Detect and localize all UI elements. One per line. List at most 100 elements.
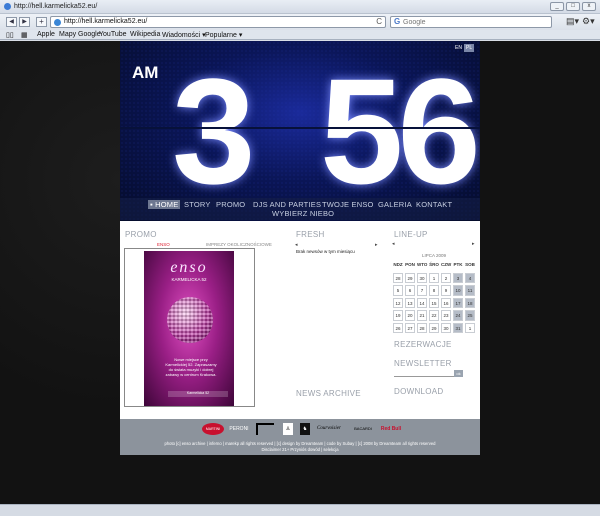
sponsor-courvoisier[interactable]: Courvoisier (313, 423, 345, 435)
reload-icon[interactable]: C (376, 17, 382, 26)
calendar-weekday: PTK (453, 262, 463, 267)
calendar-day[interactable]: 9 (441, 285, 451, 296)
browser-toolbar: ◀ ▶ + http://hell.karmelicka52.eu/ C G ▤… (0, 14, 600, 30)
nav-twoje-enso[interactable]: TWOJE ENSO (322, 200, 374, 209)
sponsor-peroni[interactable]: PERONI (227, 423, 251, 435)
nav-promo[interactable]: PROMO (216, 200, 245, 209)
calendar-day[interactable]: 29 (429, 322, 439, 333)
footer-credits: photo [c] enso archive | inferno | marek… (164, 441, 436, 446)
tab-imprezy-okolicznosciowe[interactable]: IMPREZY OKOLICZNOŚCIOWE (206, 242, 272, 247)
fresh-prev-arrow[interactable]: ◂ (295, 242, 298, 248)
nav-story[interactable]: STORY (184, 200, 211, 209)
close-button[interactable]: x (582, 2, 596, 11)
calendar-weekday: WTO (417, 262, 428, 267)
news-archive-link[interactable]: NEWS ARCHIVE (296, 389, 361, 398)
calendar-next-arrow[interactable]: ▸ (472, 241, 475, 247)
lineup-heading: LINE-UP (394, 230, 428, 239)
calendar-day[interactable]: 31 (453, 322, 463, 333)
bookmark-wiadomosci[interactable]: Wiadomości ▾ (162, 31, 206, 39)
nav-home[interactable]: ▪ HOME (148, 200, 181, 209)
bookmark-mapy-google[interactable]: Mapy Google (59, 31, 101, 38)
calendar-day[interactable]: 17 (453, 297, 463, 308)
calendar-day[interactable]: 4 (465, 272, 475, 283)
calendar-day[interactable]: 8 (429, 285, 439, 296)
calendar-day[interactable]: 20 (405, 310, 415, 321)
newsletter-submit-button[interactable]: ok (454, 370, 463, 377)
calendar-prev-arrow[interactable]: ◂ (392, 241, 395, 247)
sponsor-martini[interactable]: MARTINI (202, 423, 224, 435)
footer-disclaimer[interactable]: Disclaimer 21+ Przyniós dowód | selekcja (120, 447, 480, 452)
footer: MARTINI PERONI ♙ ♞ Courvoisier BACARDI R… (120, 419, 480, 455)
download-link[interactable]: DOWNLOAD (394, 387, 444, 396)
calendar-day[interactable]: 25 (465, 310, 475, 321)
page-menu-icon[interactable]: ▤▾ (566, 16, 579, 27)
calendar-day[interactable]: 22 (429, 310, 439, 321)
calendar-weekday: ŚRO (429, 262, 439, 267)
calendar-day[interactable]: 30 (417, 272, 427, 283)
calendar-day[interactable]: 2 (441, 272, 451, 283)
back-button[interactable]: ◀ (6, 17, 17, 27)
calendar-day[interactable]: 28 (393, 272, 403, 283)
forward-button[interactable]: ▶ (19, 17, 30, 27)
bookmark-youtube[interactable]: YouTube (99, 31, 127, 38)
sponsor-bacardi[interactable]: BACARDI (352, 423, 374, 435)
calendar-day[interactable]: 13 (405, 297, 415, 308)
calendar-day[interactable]: 29 (405, 272, 415, 283)
calendar-day[interactable]: 7 (417, 285, 427, 296)
search-box[interactable]: G (390, 16, 552, 28)
enso-poster[interactable]: enso KARMELICKA 52 Nowe miejsce przy Kar… (144, 251, 234, 406)
stairs-logo-icon (256, 423, 274, 435)
clock-header: EN PL AM 3 56 (120, 41, 480, 221)
rezerwacje-link[interactable]: REZERWACJE (394, 340, 452, 349)
tab-enso[interactable]: ENSO (157, 242, 170, 247)
bookmark-apple[interactable]: Apple (37, 31, 55, 38)
calendar-day[interactable]: 30 (441, 322, 451, 333)
calendar-day[interactable]: 14 (417, 297, 427, 308)
calendar-day[interactable]: 3 (453, 272, 463, 283)
sponsor-red-bull[interactable]: Red Bull (380, 423, 402, 435)
maximize-button[interactable]: □ (566, 2, 580, 11)
calendar-day[interactable]: 27 (405, 322, 415, 333)
calendar-day[interactable]: 23 (441, 310, 451, 321)
bookmark-popularne[interactable]: Popularne ▾ (205, 31, 242, 39)
calendar-day[interactable]: 12 (393, 297, 403, 308)
minimize-button[interactable]: _ (550, 2, 564, 11)
nav-kontakt[interactable]: KONTAKT (416, 200, 452, 209)
calendar-day[interactable]: 11 (465, 285, 475, 296)
calendar-weekday: NDZ (393, 262, 403, 267)
newsletter-email-field[interactable] (394, 371, 454, 377)
search-input[interactable] (403, 18, 548, 27)
grid-icon[interactable]: ▦ (21, 31, 28, 39)
url-text[interactable]: http://hell.karmelicka52.eu/ (64, 18, 147, 25)
nav-wybierz-niebo[interactable]: WYBIERZ NIEBO (272, 209, 334, 218)
calendar-day[interactable]: 24 (453, 310, 463, 321)
calendar-day[interactable]: 21 (417, 310, 427, 321)
clock-ampm: AM (132, 63, 159, 82)
promo-heading: PROMO (125, 230, 157, 239)
fresh-next-arrow[interactable]: ▸ (375, 242, 378, 248)
calendar-day[interactable]: 5 (393, 285, 403, 296)
newsletter-heading: NEWSLETTER (394, 359, 452, 368)
bookmark-wikipedia[interactable]: Wikipedia (130, 31, 160, 38)
add-bookmark-button[interactable]: + (36, 17, 47, 27)
calendar-day[interactable]: 16 (441, 297, 451, 308)
calendar-day[interactable]: 18 (465, 297, 475, 308)
clock-minute: 56 (320, 47, 480, 215)
calendar-day[interactable]: 19 (393, 310, 403, 321)
calendar-day[interactable]: 28 (417, 322, 427, 333)
poster-address: KARMELICKA 52 (171, 277, 207, 282)
figure-logo-icon: ♙ (283, 423, 293, 435)
calendar-day[interactable]: 6 (405, 285, 415, 296)
horse-logo-icon: ♞ (300, 423, 310, 435)
fresh-empty-text: Brak newsów w tym miesiącu (296, 249, 355, 254)
calendar-day[interactable]: 1 (465, 322, 475, 333)
calendar-day[interactable]: 26 (393, 322, 403, 333)
nav-galeria[interactable]: GALERIA (378, 200, 412, 209)
calendar-day[interactable]: 1 (429, 272, 439, 283)
open-book-icon[interactable]: ▯▯ (6, 31, 14, 39)
calendar-day[interactable]: 10 (453, 285, 463, 296)
address-bar[interactable]: http://hell.karmelicka52.eu/ C (50, 16, 386, 28)
calendar-day[interactable]: 15 (429, 297, 439, 308)
nav-djs-and-parties[interactable]: DJS AND PARTIES (253, 200, 321, 209)
gear-icon[interactable]: ⚙▾ (582, 16, 595, 27)
